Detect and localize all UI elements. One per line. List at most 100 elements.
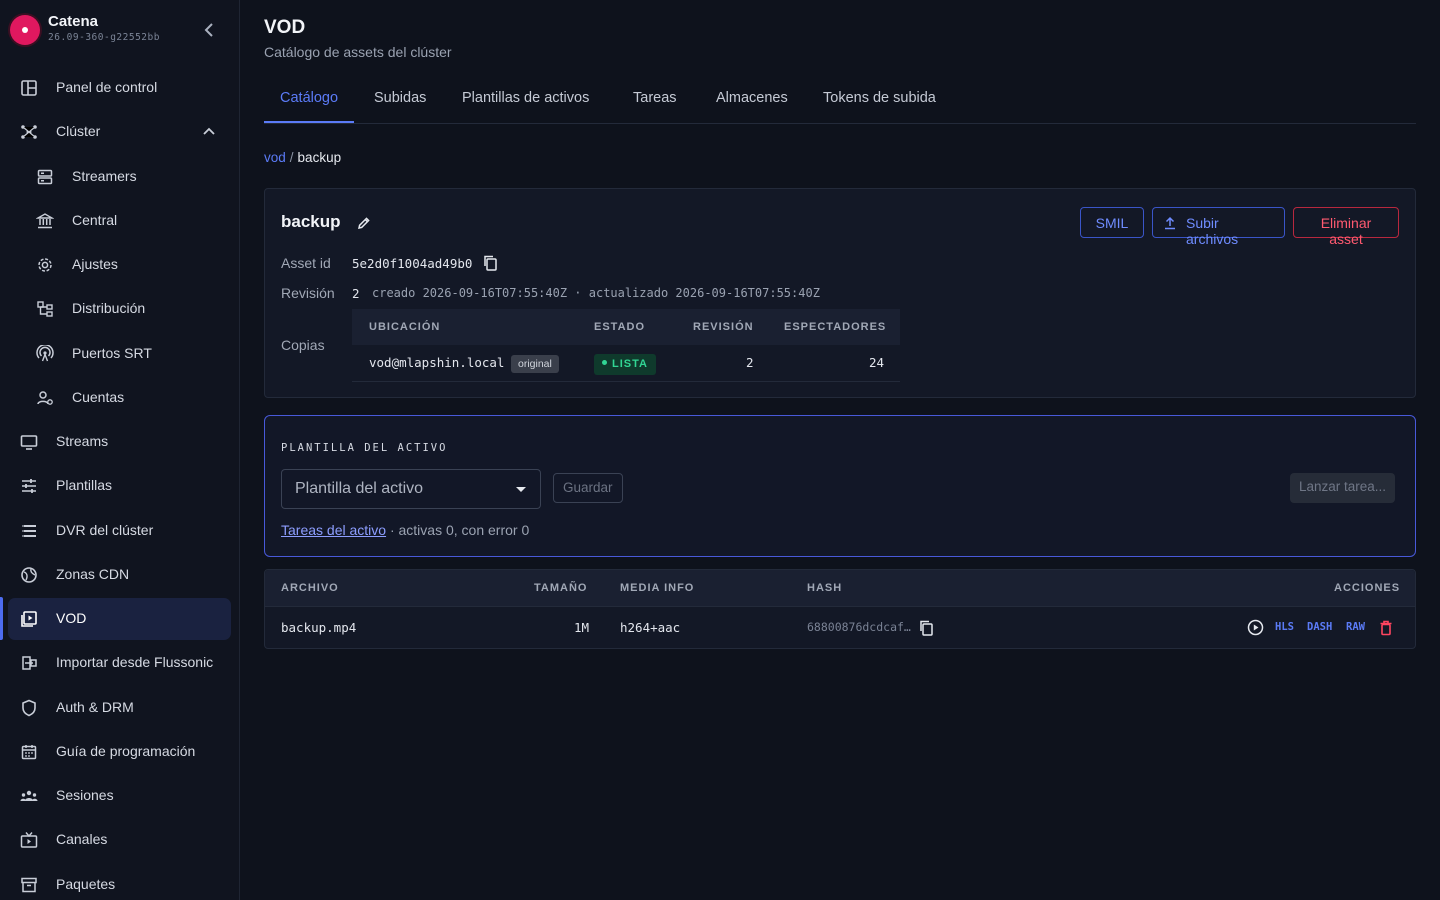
asset-name: backup (281, 212, 341, 231)
shield-icon (22, 699, 36, 717)
trash-icon[interactable] (1379, 620, 1393, 636)
sidebar-item-streams[interactable]: Streams (8, 421, 231, 463)
column-header: ESPECTADORES (784, 321, 887, 333)
tasks-summary: Tareas del activo · activas 0, con error… (281, 522, 529, 538)
copy-hash-icon[interactable] (918, 619, 934, 637)
copy-icon[interactable] (482, 254, 498, 272)
sidebar-item-label: Ajustes (72, 256, 118, 272)
sidebar-item-streamers[interactable]: Streamers (8, 156, 231, 198)
sidebar-item-panel-de-control[interactable]: Panel de control (8, 67, 231, 109)
sidebar-item-cuentas[interactable]: Cuentas (8, 377, 231, 419)
select-placeholder: Plantilla del activo (295, 480, 424, 497)
tab-subidas[interactable]: Subidas (358, 80, 442, 123)
files-table: ARCHIVO TAMAÑO MEDIA INFO HASH ACCIONES … (264, 569, 1416, 649)
copy-revision: 2 (746, 355, 754, 370)
file-hash: 68800876dcdcaf… (807, 620, 911, 634)
sidebar-item-label: Puertos SRT (72, 345, 152, 361)
asset-template-panel: PLANTILLA DEL ACTIVO Plantilla del activ… (264, 415, 1416, 557)
breadcrumb-link-vod[interactable]: vod (264, 150, 286, 165)
sidebar-item-puertos-srt[interactable]: Puertos SRT (8, 333, 231, 375)
active-indicator (0, 597, 3, 640)
breadcrumb-current: backup (297, 150, 342, 165)
delete-asset-button[interactable]: Eliminar asset (1293, 207, 1399, 247)
collapse-sidebar-button[interactable] (198, 18, 222, 42)
tab-plantillas-de-activos[interactable]: Plantillas de activos (446, 80, 605, 123)
asset-id-value: 5e2d0f1004ad49b0 (352, 256, 473, 271)
page-subtitle: Catálogo de assets del clúster (264, 44, 452, 60)
sidebar-item-label: Distribución (72, 300, 146, 316)
dash-link[interactable]: DASH (1307, 621, 1332, 633)
page-title: VOD (264, 17, 306, 38)
sidebar-item-dvr-del-cluster[interactable]: DVR del clúster (8, 510, 231, 552)
sidebar-item-guia-de-programacion[interactable]: Guía de programación (8, 731, 231, 773)
save-button[interactable]: Guardar (553, 473, 623, 503)
tab-bar: Catálogo Subidas Plantillas de activos T… (264, 80, 1416, 124)
sidebar-item-label: VOD (56, 610, 87, 626)
section-label: PLANTILLA DEL ACTIVO (281, 442, 448, 454)
copy-location: vod@mlapshin.local (369, 355, 505, 370)
smil-button[interactable]: SMIL (1080, 207, 1144, 238)
server-icon (37, 169, 53, 185)
asset-tasks-link[interactable]: Tareas del activo (281, 522, 386, 538)
asset-card: backup SMIL Subir archivos Eliminar asse… (264, 188, 1416, 398)
column-header: UBICACIÓN (369, 321, 441, 333)
sidebar-item-label: Importar desde Flussonic (56, 654, 214, 670)
tab-almacenes[interactable]: Almacenes (700, 80, 804, 123)
hls-link[interactable]: HLS (1275, 621, 1294, 633)
gear-icon (38, 258, 52, 272)
sidebar-item-vod[interactable]: VOD (8, 598, 231, 640)
pencil-icon[interactable] (357, 216, 371, 230)
breadcrumb: vod / backup (264, 150, 341, 165)
sidebar-item-zonas-cdn[interactable]: Zonas CDN (8, 554, 231, 596)
sidebar-item-distribucion[interactable]: Distribución (8, 288, 231, 330)
sidebar-item-central[interactable]: Central (8, 200, 231, 242)
original-badge: original (511, 355, 559, 373)
copies-table-header: UBICACIÓN ESTADO REVISIÓN ESPECTADORES (352, 309, 900, 345)
sidebar-item-importar-desde-flussonic[interactable]: Importar desde Flussonic (8, 642, 231, 684)
sidebar-item-auth-drm[interactable]: Auth & DRM (8, 687, 231, 729)
column-header: REVISIÓN (693, 321, 754, 333)
sidebar-item-label: Cuentas (72, 389, 125, 405)
launch-task-button[interactable]: Lanzar tarea... (1290, 473, 1396, 503)
status-badge: LISTA (594, 354, 656, 375)
monitor-icon (20, 435, 38, 450)
sidebar-item-plantillas[interactable]: Plantillas (8, 465, 231, 507)
column-header: ESTADO (594, 321, 646, 333)
column-header: HASH (807, 582, 843, 594)
sidebar-item-label: Streams (56, 433, 109, 449)
sidebar-item-sesiones[interactable]: Sesiones (8, 775, 231, 817)
sidebar-item-paquetes[interactable]: Paquetes (8, 864, 231, 900)
tab-catalogo[interactable]: Catálogo (264, 80, 355, 123)
chevron-up-icon (203, 127, 215, 135)
sidebar-item-canales[interactable]: Canales (8, 819, 231, 861)
globe-icon (21, 567, 37, 583)
raw-link[interactable]: RAW (1346, 621, 1365, 633)
breadcrumb-separator: / (289, 150, 294, 165)
play-icon[interactable] (1247, 619, 1264, 636)
revision-label: Revisión (281, 285, 335, 301)
import-icon (22, 656, 37, 670)
sidebar: Catena 26.09-360-g22552bb Panel de contr… (0, 0, 240, 900)
asset-template-select[interactable]: Plantilla del activo (281, 469, 541, 509)
tab-tokens-de-subida[interactable]: Tokens de subida (807, 80, 952, 123)
sidebar-item-ajustes[interactable]: Ajustes (8, 244, 231, 286)
accounts-icon (37, 391, 53, 405)
copy-viewers: 24 (869, 355, 885, 370)
users-icon (20, 790, 38, 801)
sidebar-item-cluster[interactable]: Clúster (8, 111, 231, 153)
revision-meta: creado 2026-09-16T07:55:40Z · actualizad… (372, 286, 820, 300)
column-header: MEDIA INFO (620, 582, 695, 594)
antenna-icon (36, 345, 54, 362)
video-library-icon (21, 611, 37, 627)
column-header: TAMAÑO (534, 582, 588, 594)
sidebar-item-label: Panel de control (56, 79, 158, 95)
bank-icon (36, 213, 54, 229)
tab-tareas[interactable]: Tareas (617, 80, 693, 123)
upload-files-label: Subir archivos (1186, 215, 1239, 247)
asset-id-label: Asset id (281, 255, 331, 271)
sidebar-item-label: Auth & DRM (56, 699, 134, 715)
brand[interactable]: Catena 26.09-360-g22552bb (10, 12, 230, 48)
archive-icon (21, 877, 37, 893)
copies-table: UBICACIÓN ESTADO REVISIÓN ESPECTADORES v… (352, 309, 900, 382)
upload-files-button[interactable]: Subir archivos (1152, 207, 1285, 247)
